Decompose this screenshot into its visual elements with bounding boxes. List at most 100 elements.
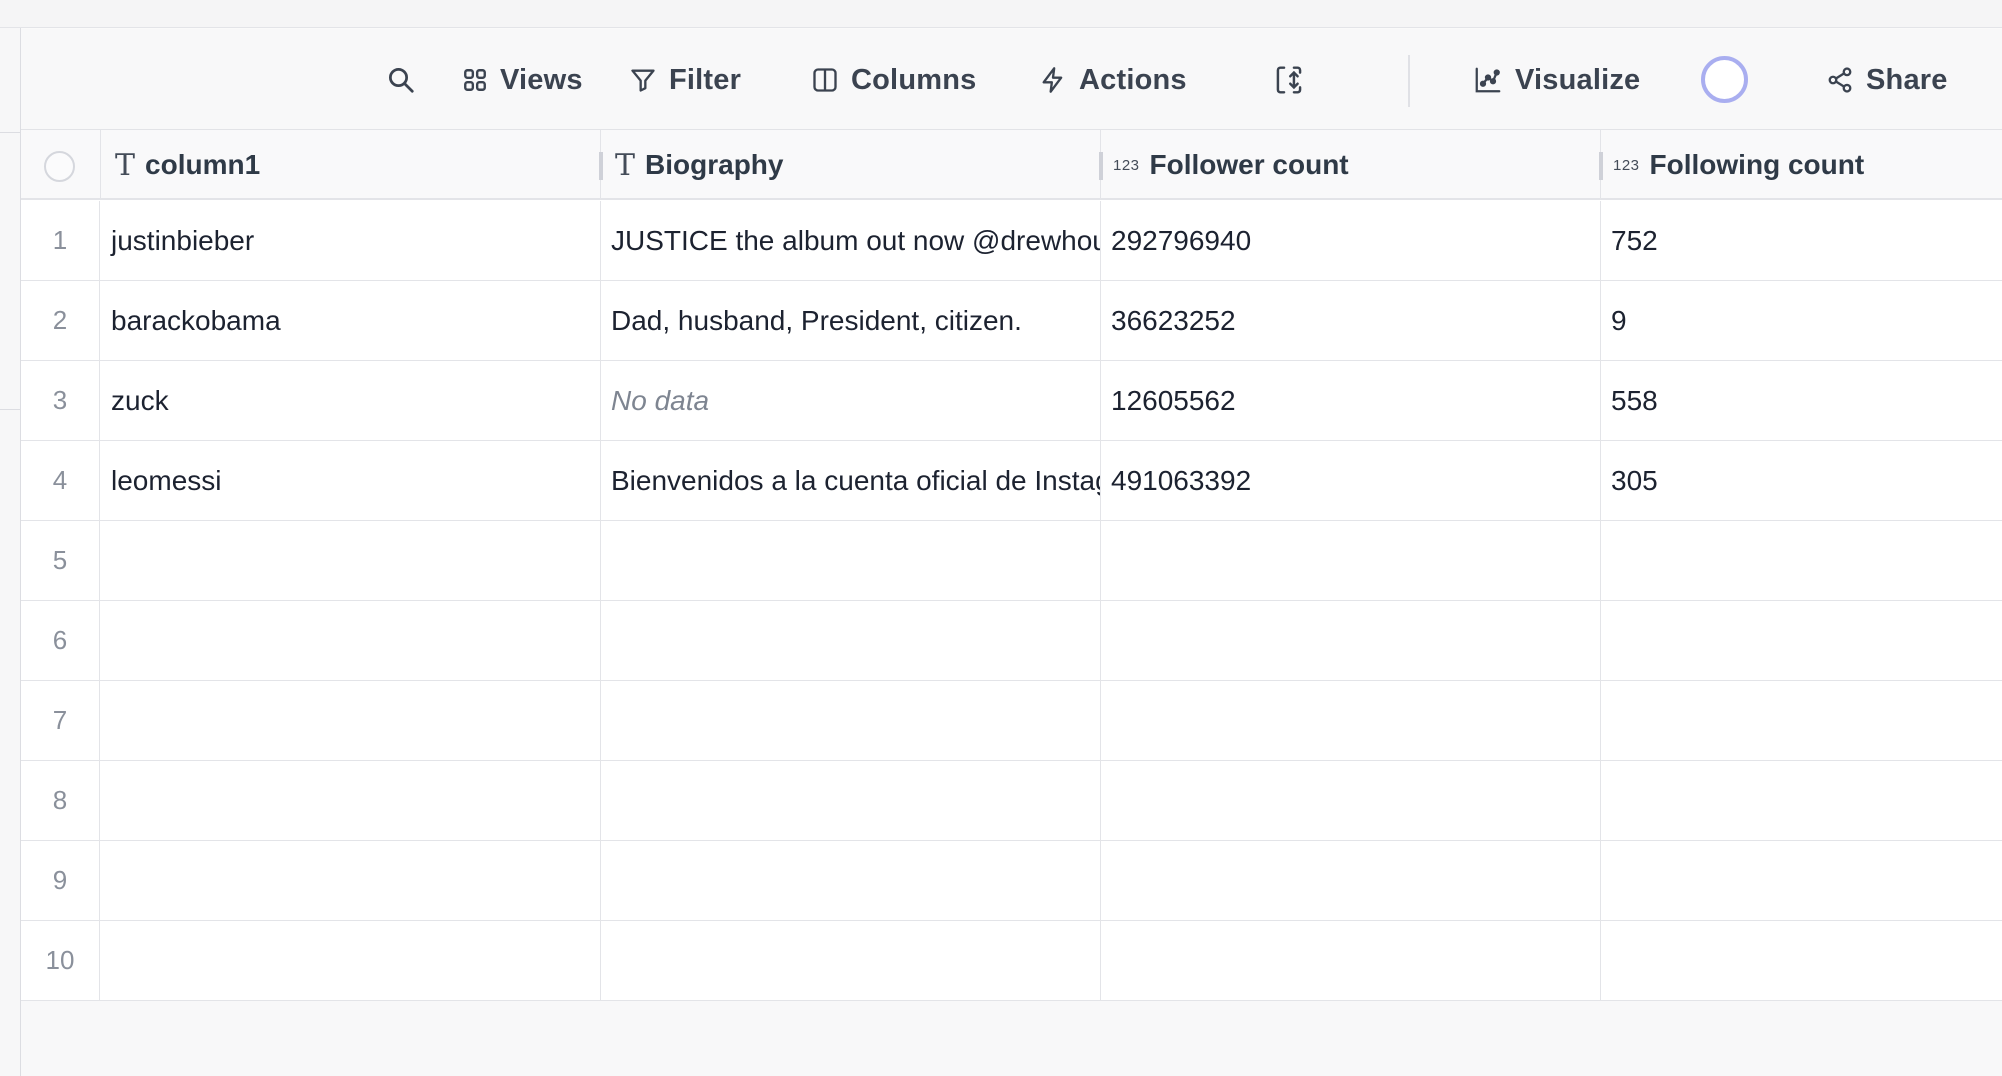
header-row: T column1 T Biography 123 Follower count… — [21, 130, 2002, 200]
filter-icon — [631, 69, 655, 92]
row-height-button[interactable] — [1274, 59, 1304, 101]
text-type-icon: T — [615, 147, 636, 183]
select-all-checkbox[interactable] — [44, 151, 75, 182]
loading-spinner — [1701, 56, 1748, 103]
expand-vertical-icon — [1276, 66, 1302, 94]
grid-icon — [464, 69, 486, 91]
filter-button[interactable]: Filter — [629, 59, 741, 101]
columns-icon — [813, 68, 837, 92]
column-header-biography[interactable]: T Biography — [601, 130, 1103, 200]
cell-column1[interactable]: leomessi — [101, 441, 601, 520]
row-number: 7 — [21, 681, 100, 760]
cell-following-count[interactable] — [1601, 601, 2002, 680]
cell-biography[interactable]: Bienvenidos a la cuenta oficial de Insta… — [601, 441, 1101, 520]
cell-follower-count[interactable] — [1101, 921, 1601, 1000]
cell-column1[interactable] — [101, 681, 601, 760]
cell-follower-count[interactable]: 12605562 — [1101, 361, 1601, 440]
cell-column1[interactable] — [101, 521, 601, 600]
row-number: 4 — [21, 441, 100, 520]
grid-footer — [21, 1001, 2002, 1076]
cell-follower-count[interactable] — [1101, 841, 1601, 920]
filter-label: Filter — [669, 63, 742, 96]
cell-biography[interactable]: JUSTICE the album out now @drewhouse — [601, 201, 1101, 280]
table-row[interactable]: 5 — [21, 521, 2002, 601]
cell-biography[interactable] — [601, 761, 1101, 840]
left-rail — [0, 28, 21, 1076]
table-row[interactable]: 10 — [21, 921, 2002, 1001]
column-header-label: column1 — [145, 149, 261, 180]
lightning-icon — [1042, 67, 1063, 93]
table-row[interactable]: 6 — [21, 601, 2002, 681]
cell-following-count[interactable]: 558 — [1601, 361, 2002, 440]
cell-following-count[interactable] — [1601, 681, 2002, 760]
table-row[interactable]: 1 justinbieber JUSTICE the album out now @… — [21, 201, 2002, 281]
table-row[interactable]: 8 — [21, 761, 2002, 841]
share-button[interactable]: Share — [1826, 59, 1948, 101]
table-row[interactable]: 2 barackobama Dad, husband, President, cit… — [21, 281, 2002, 361]
share-icon — [1828, 67, 1852, 93]
number-type-icon: 123 — [1113, 156, 1140, 174]
cell-follower-count[interactable]: 36623252 — [1101, 281, 1601, 360]
cell-follower-count[interactable]: 491063392 — [1101, 441, 1601, 520]
cell-column1[interactable] — [101, 841, 601, 920]
select-all-cell — [21, 130, 101, 200]
cell-biography[interactable] — [601, 601, 1101, 680]
cell-column1[interactable]: zuck — [101, 361, 601, 440]
cell-biography[interactable] — [601, 921, 1101, 1000]
cell-following-count[interactable] — [1601, 921, 2002, 1000]
cell-column1[interactable] — [101, 761, 601, 840]
column-header-label: Follower count — [1149, 149, 1349, 180]
cell-follower-count[interactable] — [1101, 521, 1601, 600]
cell-biography[interactable]: No data — [601, 361, 1101, 440]
cell-biography[interactable]: Dad, husband, President, citizen. — [601, 281, 1101, 360]
table-row[interactable]: 9 — [21, 841, 2002, 921]
actions-label: Actions — [1079, 63, 1187, 96]
visualize-button[interactable]: Visualize — [1473, 59, 1640, 101]
cell-follower-count[interactable] — [1101, 681, 1601, 760]
cell-biography[interactable] — [601, 841, 1101, 920]
table-row[interactable]: 4 leomessi Bienvenidos a la cuenta oficial… — [21, 441, 2002, 521]
cell-column1[interactable] — [101, 921, 601, 1000]
column-header-follower-count[interactable]: 123 Follower count — [1101, 130, 1603, 200]
cell-follower-count[interactable] — [1101, 761, 1601, 840]
search-icon — [389, 68, 414, 93]
column-header-following-count[interactable]: 123 Following count — [1601, 130, 2002, 200]
number-type-icon: 123 — [1613, 156, 1640, 174]
row-number: 5 — [21, 521, 100, 600]
cell-follower-count[interactable]: 292796940 — [1101, 201, 1601, 280]
row-number: 10 — [21, 921, 100, 1000]
row-number: 3 — [21, 361, 100, 440]
cell-column1[interactable] — [101, 601, 601, 680]
toolbar: Views Filter Columns Actions Visualize S… — [21, 29, 2002, 130]
columns-button[interactable]: Columns — [811, 59, 976, 101]
cell-following-count[interactable]: 752 — [1601, 201, 2002, 280]
table-frame: Views Filter Columns Actions Visualize S… — [21, 29, 2002, 1076]
search-button[interactable] — [386, 59, 416, 101]
data-grid: T column1 T Biography 123 Follower count… — [21, 130, 2002, 1001]
toolbar-divider — [1408, 55, 1410, 107]
table-row[interactable]: 3 zuck No data 12605562 558 — [21, 361, 2002, 441]
cell-biography[interactable] — [601, 521, 1101, 600]
actions-button[interactable]: Actions — [1039, 59, 1187, 101]
cell-following-count[interactable] — [1601, 761, 2002, 840]
columns-label: Columns — [851, 63, 977, 96]
cell-follower-count[interactable] — [1101, 601, 1601, 680]
views-button[interactable]: Views — [462, 59, 583, 101]
cell-following-count[interactable] — [1601, 841, 2002, 920]
table-row[interactable]: 7 — [21, 681, 2002, 761]
views-label: Views — [500, 63, 583, 96]
column-header-label: Following count — [1649, 149, 1865, 180]
chart-icon — [1475, 67, 1501, 93]
column-header-column1[interactable]: T column1 — [101, 130, 603, 200]
rail-divider — [0, 409, 20, 410]
share-label: Share — [1866, 63, 1948, 96]
cell-following-count[interactable]: 9 — [1601, 281, 2002, 360]
cell-following-count[interactable] — [1601, 521, 2002, 600]
cell-biography[interactable] — [601, 681, 1101, 760]
column-header-label: Biography — [645, 149, 784, 180]
cell-column1[interactable]: justinbieber — [101, 201, 601, 280]
row-number: 6 — [21, 601, 100, 680]
cell-column1[interactable]: barackobama — [101, 281, 601, 360]
row-number: 2 — [21, 281, 100, 360]
cell-following-count[interactable]: 305 — [1601, 441, 2002, 520]
